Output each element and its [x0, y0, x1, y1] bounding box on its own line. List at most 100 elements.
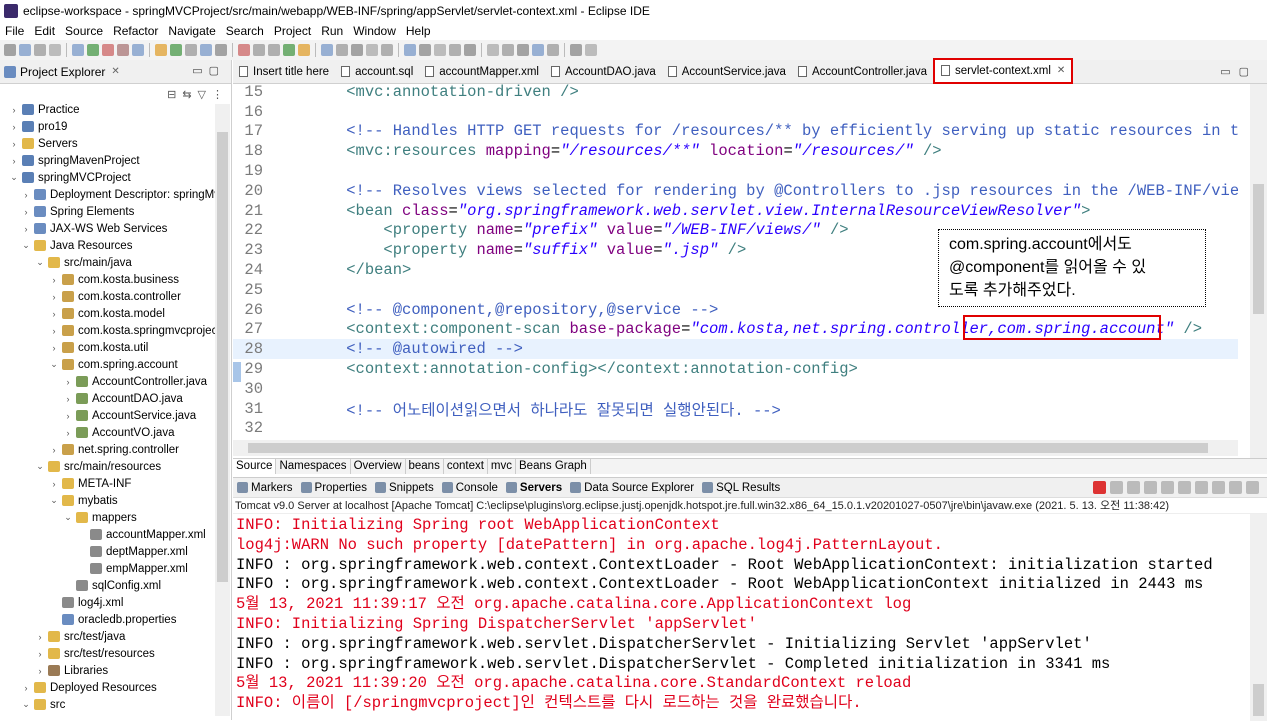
tab-source[interactable]: Source	[233, 459, 277, 474]
close-icon[interactable]: ✕	[111, 66, 119, 77]
tree-item[interactable]: accountMapper.xml	[0, 526, 206, 543]
chevron-down-icon[interactable]: ⌄	[48, 495, 60, 506]
toolbar-button-icon[interactable]	[238, 44, 250, 56]
tree-item[interactable]: empMapper.xml	[0, 560, 188, 577]
menu-source[interactable]: Source	[60, 24, 108, 38]
tree-item[interactable]: › Spring Elements	[0, 203, 135, 220]
tree-item[interactable]: › Libraries	[0, 662, 109, 679]
filter-icon[interactable]: ▽	[198, 88, 206, 101]
chevron-right-icon[interactable]: ›	[8, 156, 20, 166]
tab-account-service[interactable]: AccountService.java	[662, 60, 792, 84]
tree-item[interactable]: › AccountDAO.java	[0, 390, 183, 407]
tab-markers[interactable]: Markers	[233, 482, 297, 494]
tree-item[interactable]: › com.kosta.controller	[0, 288, 181, 305]
tree-item[interactable]: ⌄main	[0, 713, 89, 717]
tab-account-controller[interactable]: AccountController.java	[792, 60, 933, 84]
tree-item[interactable]: › JAX-WS Web Services	[0, 220, 168, 237]
tree-item[interactable]: › net.spring.controller	[0, 441, 180, 458]
menu-window[interactable]: Window	[348, 24, 401, 38]
tab-mvc[interactable]: mvc	[488, 459, 517, 474]
tree-item[interactable]: ⌄ Java Resources	[0, 237, 132, 254]
chevron-right-icon[interactable]: ›	[8, 105, 20, 115]
tab-console[interactable]: Console	[438, 482, 502, 494]
toolbar-button-icon[interactable]	[547, 44, 559, 56]
chevron-right-icon[interactable]: ›	[20, 224, 32, 234]
chevron-right-icon[interactable]: ›	[48, 292, 60, 302]
tree-item[interactable]: › AccountController.java	[0, 373, 208, 390]
chevron-right-icon[interactable]: ›	[34, 632, 46, 642]
tree-item[interactable]: ⌄ src	[0, 696, 65, 713]
chevron-down-icon[interactable]: ⌄	[34, 257, 46, 268]
toolbar-button-icon[interactable]	[570, 44, 582, 56]
tab-account-mapper[interactable]: accountMapper.xml	[419, 60, 545, 84]
toolbar-button-icon[interactable]	[298, 44, 310, 56]
link-editor-icon[interactable]: ⇆	[182, 88, 191, 101]
toolbar-button-icon[interactable]	[34, 44, 46, 56]
tree-item[interactable]: › com.kosta.springmvcproject	[0, 322, 221, 339]
tree-item[interactable]: › pro19	[0, 118, 68, 135]
editor-horizontal-scrollbar[interactable]	[233, 440, 1238, 456]
project-explorer-scrollbar[interactable]	[215, 104, 230, 716]
tree-item[interactable]: deptMapper.xml	[0, 543, 188, 560]
tree-item[interactable]: › springMavenProject	[0, 152, 140, 169]
toolbar-button-icon[interactable]	[517, 44, 529, 56]
chevron-down-icon[interactable]: ⌄	[20, 699, 32, 710]
toolbar-button-icon[interactable]	[283, 44, 295, 56]
tree-item[interactable]: sqlConfig.xml	[0, 577, 161, 594]
toolbar-button-icon[interactable]	[419, 44, 431, 56]
tree-item[interactable]: › src/test/java	[0, 628, 126, 645]
toolbar-button-icon[interactable]	[253, 44, 265, 56]
clear-console-icon[interactable]	[1127, 481, 1140, 494]
tree-item[interactable]: › AccountVO.java	[0, 424, 175, 441]
toolbar-button-icon[interactable]	[132, 44, 144, 56]
chevron-down-icon[interactable]: ⌄	[34, 461, 46, 472]
tree-item[interactable]: › META-INF	[0, 475, 132, 492]
view-menu-icon[interactable]: ⋮	[212, 88, 223, 101]
menu-refactor[interactable]: Refactor	[108, 24, 163, 38]
tab-beans[interactable]: beans	[406, 459, 444, 474]
tree-item[interactable]: ⌄ mybatis	[0, 492, 117, 509]
pin-console-icon[interactable]	[1178, 481, 1191, 494]
tab-sql-results[interactable]: SQL Results	[698, 482, 784, 494]
menu-file[interactable]: File	[0, 24, 29, 38]
chevron-right-icon[interactable]: ›	[62, 411, 74, 421]
close-icon[interactable]: ✕	[1057, 65, 1065, 76]
chevron-right-icon[interactable]: ›	[8, 122, 20, 132]
toolbar-button-icon[interactable]	[102, 44, 114, 56]
toolbar-button-icon[interactable]	[49, 44, 61, 56]
tree-item[interactable]: › com.kosta.model	[0, 305, 165, 322]
toolbar-button-icon[interactable]	[351, 44, 363, 56]
menu-navigate[interactable]: Navigate	[163, 24, 220, 38]
collapse-all-icon[interactable]: ⊟	[167, 88, 176, 101]
tree-item[interactable]: › AccountService.java	[0, 407, 197, 424]
chevron-right-icon[interactable]: ›	[34, 666, 46, 676]
minimize-maximize-icons[interactable]: ▭▢	[1220, 65, 1257, 78]
tree-item[interactable]: ⌄ com.spring.account	[0, 356, 178, 373]
tree-item[interactable]: oracledb.properties	[0, 611, 176, 628]
tree-item[interactable]: › Servers	[0, 135, 78, 152]
display-console-icon[interactable]	[1195, 481, 1208, 494]
toolbar-button-icon[interactable]	[464, 44, 476, 56]
chevron-right-icon[interactable]: ›	[62, 377, 74, 387]
menu-help[interactable]: Help	[401, 24, 436, 38]
scroll-thumb[interactable]	[217, 132, 228, 582]
toolbar-button-icon[interactable]	[170, 44, 182, 56]
chevron-right-icon[interactable]: ›	[20, 190, 32, 200]
toolbar-button-icon[interactable]	[185, 44, 197, 56]
chevron-right-icon[interactable]: ›	[48, 326, 60, 336]
tab-insert-title[interactable]: Insert title here	[233, 60, 335, 84]
remove-launch-icon[interactable]	[1110, 481, 1123, 494]
toolbar-button-icon[interactable]	[449, 44, 461, 56]
toolbar-button-icon[interactable]	[487, 44, 499, 56]
chevron-right-icon[interactable]: ›	[20, 683, 32, 693]
tree-item[interactable]: › com.kosta.util	[0, 339, 149, 356]
tab-servlet-context[interactable]: servlet-context.xml ✕	[933, 57, 1074, 84]
menu-run[interactable]: Run	[316, 24, 348, 38]
console-scrollbar[interactable]	[1250, 514, 1267, 721]
toolbar-button-icon[interactable]	[502, 44, 514, 56]
tree-item[interactable]: › Deployed Resources	[0, 679, 157, 696]
toolbar-button-icon[interactable]	[117, 44, 129, 56]
menu-search[interactable]: Search	[221, 24, 269, 38]
tab-context[interactable]: context	[444, 459, 488, 474]
scroll-thumb[interactable]	[1253, 184, 1264, 314]
